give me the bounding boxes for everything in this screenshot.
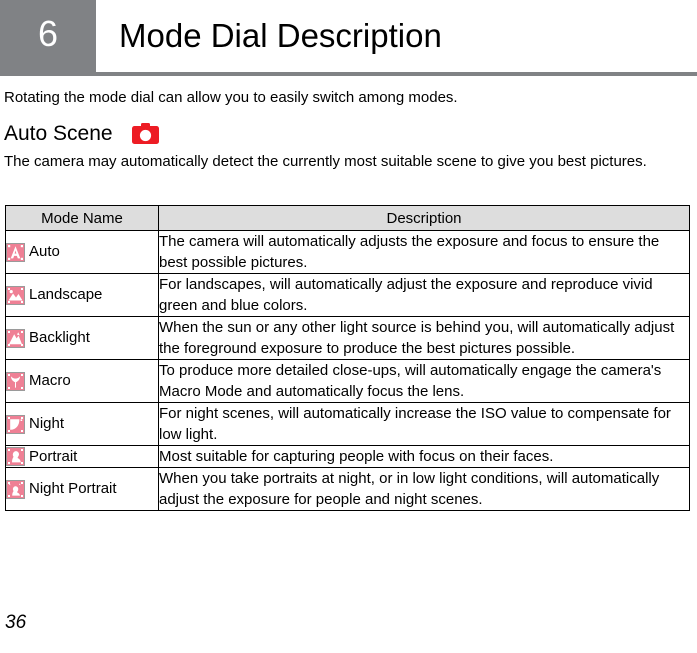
auto-scene-heading-row: Auto Scene: [4, 121, 161, 147]
section-heading: Auto Scene: [4, 122, 113, 145]
mode-name-cell: Landscape: [5, 273, 159, 317]
mode-name-label: Auto: [29, 243, 60, 260]
mode-description-cell: When you take portraits at night, or in …: [158, 467, 690, 511]
page-number: 36: [5, 612, 27, 633]
mode-description-cell: The camera will automatically adjusts th…: [158, 230, 690, 274]
portrait-mode-icon: [6, 447, 25, 466]
mode-name-label: Night Portrait: [29, 480, 117, 497]
table-row: Portrait Most suitable for capturing peo…: [5, 445, 690, 468]
backlight-mode-icon: [6, 328, 25, 348]
mode-name-cell: Auto: [5, 230, 159, 274]
mode-name-cell: Portrait: [5, 445, 159, 468]
column-header-description: Description: [158, 205, 690, 231]
page-title: Mode Dial Description: [119, 17, 442, 54]
table-row: Backlight When the sun or any other ligh…: [5, 316, 690, 360]
mode-name-cell: Macro: [5, 359, 159, 403]
night-portrait-mode-icon: [6, 479, 25, 499]
mode-name-label: Portrait: [29, 447, 78, 465]
table-row: Night For night scenes, will automatical…: [5, 402, 690, 446]
table-row: Landscape For landscapes, will automatic…: [5, 273, 690, 317]
mode-description-cell: Most suitable for capturing people with …: [158, 445, 690, 468]
table-row: Macro To produce more detailed close-ups…: [5, 359, 690, 403]
table-row: Night Portrait When you take portraits a…: [5, 467, 690, 511]
mode-name-label: Landscape: [29, 286, 103, 303]
mode-name-cell: Night: [5, 402, 159, 446]
mode-name-cell: Night Portrait: [5, 467, 159, 511]
mode-description-cell: For landscapes, will automatically adjus…: [158, 273, 690, 317]
mode-name-cell: Backlight: [5, 316, 159, 360]
table-header-row: Mode Name Description: [5, 205, 690, 231]
mode-name-label: Night: [29, 415, 65, 432]
mode-name-label: Macro: [29, 372, 71, 389]
mode-description-cell: For night scenes, will automatically inc…: [158, 402, 690, 446]
column-header-mode-name: Mode Name: [5, 205, 159, 231]
camera-icon: [131, 123, 161, 145]
mode-description-cell: When the sun or any other light source i…: [158, 316, 690, 360]
chapter-header: 6 Mode Dial Description: [0, 0, 697, 76]
auto-mode-icon: [6, 242, 25, 262]
macro-mode-icon: [6, 371, 25, 391]
landscape-mode-icon: [6, 285, 25, 305]
chapter-number: 6: [37, 13, 59, 54]
table-row: Auto The camera will automatically adjus…: [5, 230, 690, 274]
mode-table: Mode Name Description Auto The camera wi…: [5, 205, 690, 511]
mode-description-cell: To produce more detailed close-ups, will…: [158, 359, 690, 403]
header-divider: [0, 72, 697, 76]
section-body: The camera may automatically detect the …: [4, 153, 647, 170]
intro-paragraph: Rotating the mode dial can allow you to …: [4, 89, 458, 106]
night-mode-icon: [6, 414, 25, 434]
mode-name-label: Backlight: [29, 329, 90, 346]
